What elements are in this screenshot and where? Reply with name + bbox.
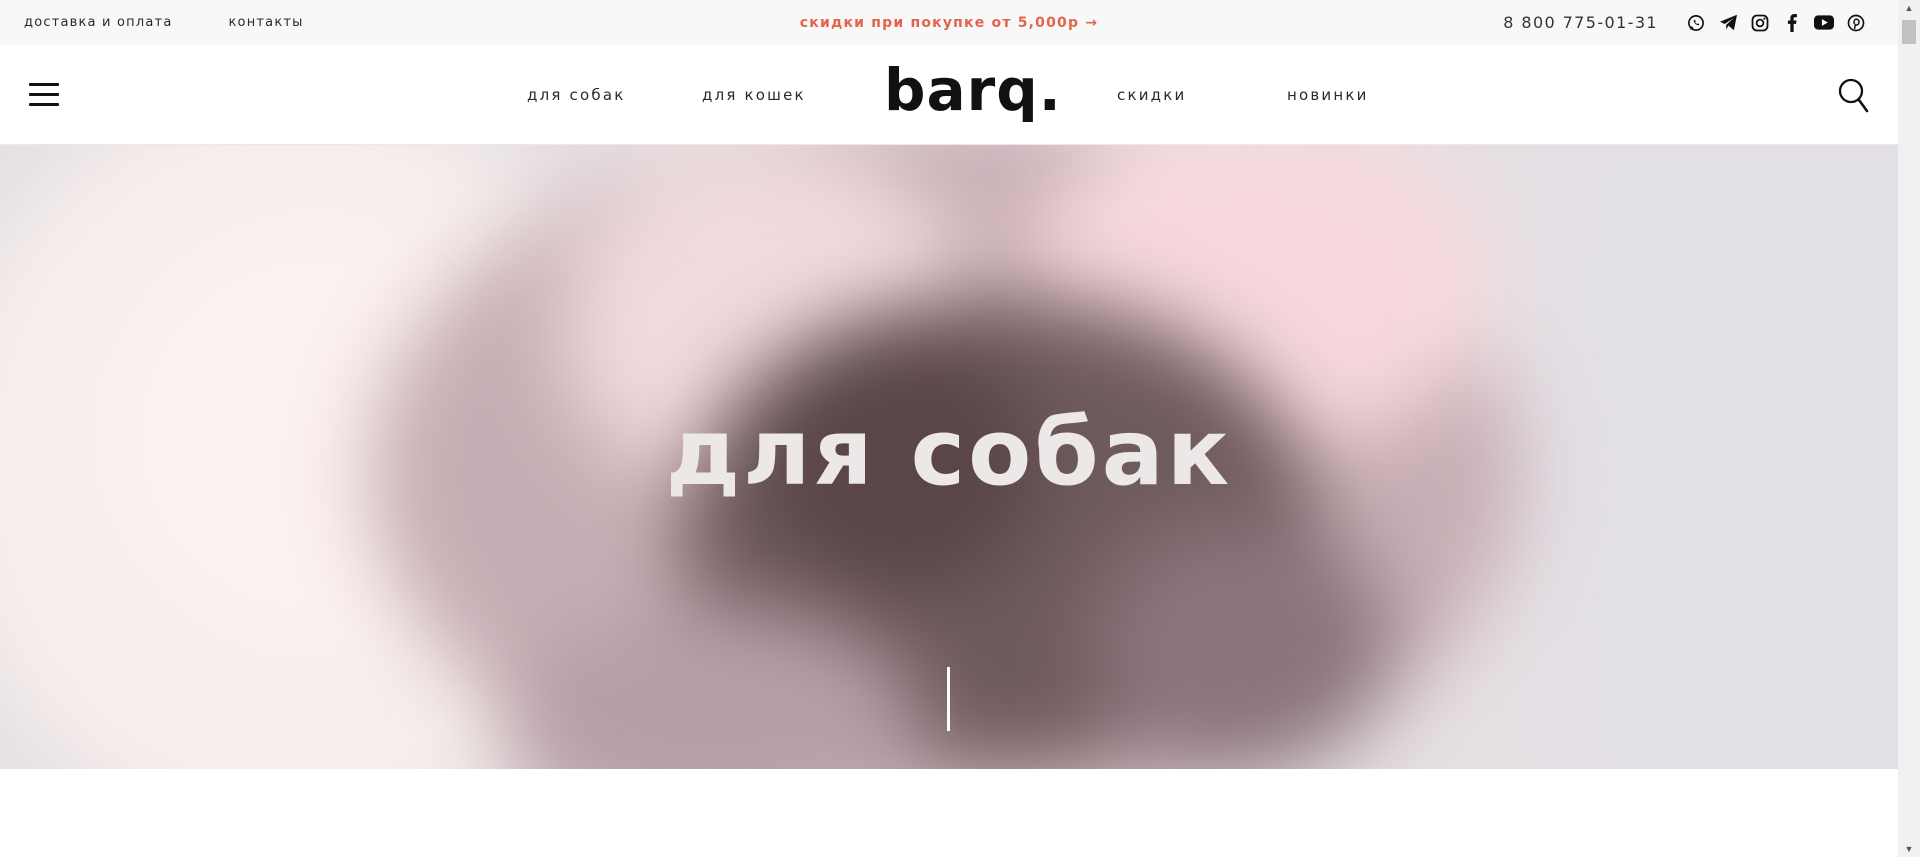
scrollbar-thumb[interactable] [1902, 20, 1916, 44]
hero-title: для собак [665, 399, 1233, 506]
phone-number[interactable]: 8 800 775-01-31 [1503, 13, 1658, 32]
scroll-down-indicator[interactable] [947, 667, 950, 731]
nav-dogs[interactable]: для собак [527, 86, 625, 104]
social-links [1686, 13, 1866, 33]
search-icon[interactable] [1838, 78, 1870, 114]
youtube-icon[interactable] [1814, 13, 1834, 33]
whatsapp-icon[interactable] [1686, 13, 1706, 33]
nav-new[interactable]: новинки [1287, 86, 1369, 104]
menu-icon[interactable] [29, 83, 59, 107]
facebook-icon[interactable] [1782, 13, 1802, 33]
scroll-down-arrow-icon[interactable]: ▼ [1898, 841, 1920, 857]
top-bar: доставка и оплата контакты скидки при по… [0, 0, 1898, 45]
delivery-payment-link[interactable]: доставка и оплата [24, 15, 173, 30]
page-scrollbar[interactable]: ▲ ▼ [1898, 0, 1920, 857]
main-header: для собак для кошек скидки новинки barq. [0, 45, 1898, 145]
hero-banner[interactable]: для собак [0, 145, 1898, 769]
contacts-link[interactable]: контакты [229, 15, 304, 30]
telegram-icon[interactable] [1718, 13, 1738, 33]
pinterest-icon[interactable] [1846, 13, 1866, 33]
scroll-up-arrow-icon[interactable]: ▲ [1898, 0, 1920, 16]
logo[interactable]: barq. [884, 61, 1062, 119]
nav-cats[interactable]: для кошек [702, 86, 806, 104]
top-links: доставка и оплата контакты [24, 15, 304, 30]
nav-sale[interactable]: скидки [1117, 86, 1186, 104]
instagram-icon[interactable] [1750, 13, 1770, 33]
discount-promo-link[interactable]: скидки при покупке от 5,000р → [800, 15, 1098, 31]
